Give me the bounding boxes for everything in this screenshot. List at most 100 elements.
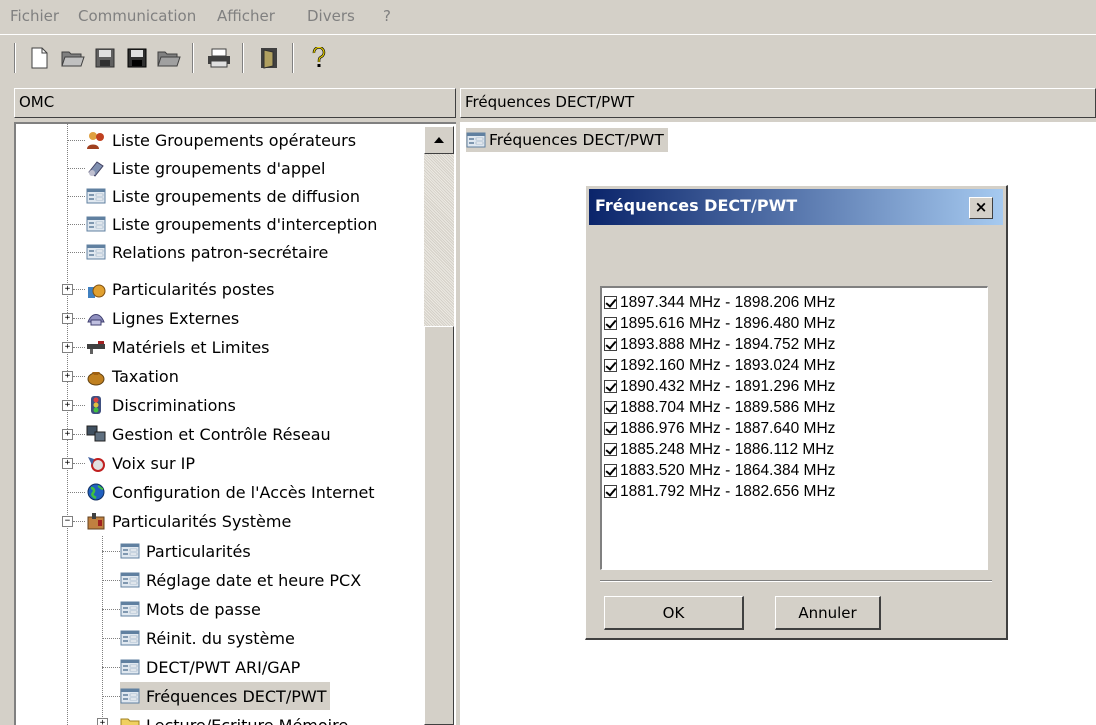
tree-item-groupements-interception[interactable]: Liste groupements d'interception (86, 210, 377, 238)
globe-icon (87, 483, 105, 501)
content-item-frequences[interactable]: Fréquences DECT/PWT (466, 128, 668, 152)
dialog-title: Fréquences DECT/PWT (595, 196, 798, 215)
menu-bar: Fichier Communication Afficher Divers ? (0, 0, 1096, 34)
tree-item-lignes-externes[interactable]: Lignes Externes (86, 304, 239, 332)
frequency-item[interactable]: 1897.344 MHz - 1898.206 MHz (604, 292, 835, 313)
form-icon (120, 630, 140, 646)
frequency-item[interactable]: 1895.616 MHz - 1896.480 MHz (604, 313, 835, 334)
tree-item-materiels-limites[interactable]: Matériels et Limites (86, 333, 270, 361)
expand-toggle[interactable]: + (62, 400, 73, 411)
expand-toggle[interactable]: + (62, 429, 73, 440)
tree-item-acces-internet[interactable]: Configuration de l'Accès Internet (86, 478, 375, 506)
tree-item-particularites[interactable]: Particularités (120, 537, 251, 565)
frequency-item[interactable]: 1881.792 MHz - 1882.656 MHz (604, 481, 835, 502)
hardware-icon (87, 341, 105, 354)
expand-toggle[interactable]: + (62, 371, 73, 382)
frequency-item[interactable]: 1893.888 MHz - 1894.752 MHz (604, 334, 835, 355)
menu-divers[interactable]: Divers (307, 7, 355, 25)
frequency-item[interactable]: 1885.248 MHz - 1886.112 MHz (604, 439, 834, 460)
frequency-item[interactable]: 1890.432 MHz - 1891.296 MHz (604, 376, 835, 397)
form-icon (466, 132, 486, 148)
expand-toggle[interactable]: + (97, 718, 108, 725)
checkbox[interactable] (604, 296, 617, 309)
frequencies-dialog: Fréquences DECT/PWT × 1897.344 MHz - 189… (585, 185, 1008, 640)
dialog-title-bar[interactable]: Fréquences DECT/PWT × (589, 189, 1003, 225)
tree-item-gestion-reseau[interactable]: Gestion et Contrôle Réseau (86, 420, 331, 448)
menu-communication[interactable]: Communication (78, 7, 196, 25)
collapse-toggle[interactable]: − (62, 516, 73, 527)
tree-item-reinit-systeme[interactable]: Réinit. du système (120, 624, 295, 652)
checkbox[interactable] (604, 380, 617, 393)
tree-item-taxation[interactable]: Taxation (86, 362, 179, 390)
open-button[interactable] (60, 45, 86, 71)
tree-item-mots-de-passe[interactable]: Mots de passe (120, 595, 261, 623)
new-file-button[interactable] (26, 45, 52, 71)
tree-item-groupements-diffusion[interactable]: Liste groupements de diffusion (86, 182, 360, 210)
tree-item-discriminations[interactable]: Discriminations (86, 391, 236, 419)
tree-item-relations-patron[interactable]: Relations patron-secrétaire (86, 238, 328, 266)
tree-item-particularites-postes[interactable]: Particularités postes (86, 275, 275, 303)
tree-item-frequences-dect-selected[interactable]: Fréquences DECT/PWT (120, 682, 331, 710)
checkbox[interactable] (604, 485, 617, 498)
save-all-button[interactable] (124, 45, 150, 71)
form-icon (120, 572, 140, 588)
save-button[interactable] (92, 45, 118, 71)
form-icon (86, 216, 106, 232)
tree-item-dect-ari-gap[interactable]: DECT/PWT ARI/GAP (120, 653, 300, 681)
tree-item-particularites-systeme[interactable]: Particularités Système (86, 507, 291, 535)
menu-afficher[interactable]: Afficher (217, 7, 275, 25)
form-icon (120, 601, 140, 617)
checkbox[interactable] (604, 338, 617, 351)
exit-door-icon (261, 48, 277, 69)
tree-view[interactable]: Liste Groupements opérateurs Liste group… (14, 122, 456, 725)
checkbox[interactable] (604, 359, 617, 372)
expand-toggle[interactable]: + (62, 313, 73, 324)
tree-connector (67, 124, 68, 725)
frequency-item[interactable]: 1886.976 MHz - 1887.640 MHz (604, 418, 835, 439)
expand-toggle[interactable]: + (62, 342, 73, 353)
checkbox[interactable] (604, 401, 617, 414)
toolbar-separator (192, 43, 194, 73)
export-button[interactable] (156, 45, 182, 71)
tree-item-voix-ip[interactable]: Voix sur IP (86, 449, 195, 477)
frequency-item[interactable]: 1883.520 MHz - 1864.384 MHz (604, 460, 835, 481)
checkbox[interactable] (604, 464, 617, 477)
tree-item-lecture-ecriture[interactable]: Lecture/Ecriture Mémoire (120, 711, 348, 725)
export-icon (157, 51, 181, 67)
print-button[interactable] (206, 45, 232, 71)
form-icon (86, 188, 106, 204)
frequency-list[interactable]: 1897.344 MHz - 1898.206 MHz 1895.616 MHz… (600, 286, 988, 570)
close-button[interactable]: × (969, 197, 993, 219)
system-icon (87, 513, 105, 530)
checkbox[interactable] (604, 317, 617, 330)
exit-button[interactable] (256, 45, 282, 71)
checkbox[interactable] (604, 422, 617, 435)
left-pane-title: OMC (19, 93, 55, 111)
ok-button[interactable]: OK (604, 596, 744, 630)
form-icon (86, 244, 106, 260)
form-icon (120, 688, 140, 704)
tree-item-reglage-date[interactable]: Réglage date et heure PCX (120, 566, 361, 594)
tree-item-groupements-operateurs[interactable]: Liste Groupements opérateurs (86, 126, 356, 154)
print-icon (208, 48, 230, 68)
scroll-thumb[interactable] (424, 326, 454, 725)
tree-item-groupements-appel[interactable]: Liste groupements d'appel (86, 154, 325, 182)
expand-toggle[interactable]: + (62, 284, 73, 295)
expand-toggle[interactable]: + (62, 458, 73, 469)
menu-help[interactable]: ? (383, 7, 391, 25)
help-icon (312, 47, 326, 67)
frequency-item[interactable]: 1892.160 MHz - 1893.024 MHz (604, 355, 835, 376)
checkbox[interactable] (604, 443, 617, 456)
close-icon: × (974, 198, 988, 216)
dialog-separator (600, 580, 992, 582)
cancel-button[interactable]: Annuler (775, 596, 881, 630)
right-pane-title: Fréquences DECT/PWT (465, 93, 635, 111)
save-all-icon (127, 48, 147, 68)
frequency-item[interactable]: 1888.704 MHz - 1889.586 MHz (604, 397, 835, 418)
help-button[interactable] (306, 45, 332, 71)
scroll-up-button[interactable] (424, 126, 454, 154)
tree-scrollbar[interactable] (424, 126, 454, 725)
menu-fichier[interactable]: Fichier (10, 7, 59, 25)
voip-icon (88, 457, 105, 472)
form-icon (120, 659, 140, 675)
